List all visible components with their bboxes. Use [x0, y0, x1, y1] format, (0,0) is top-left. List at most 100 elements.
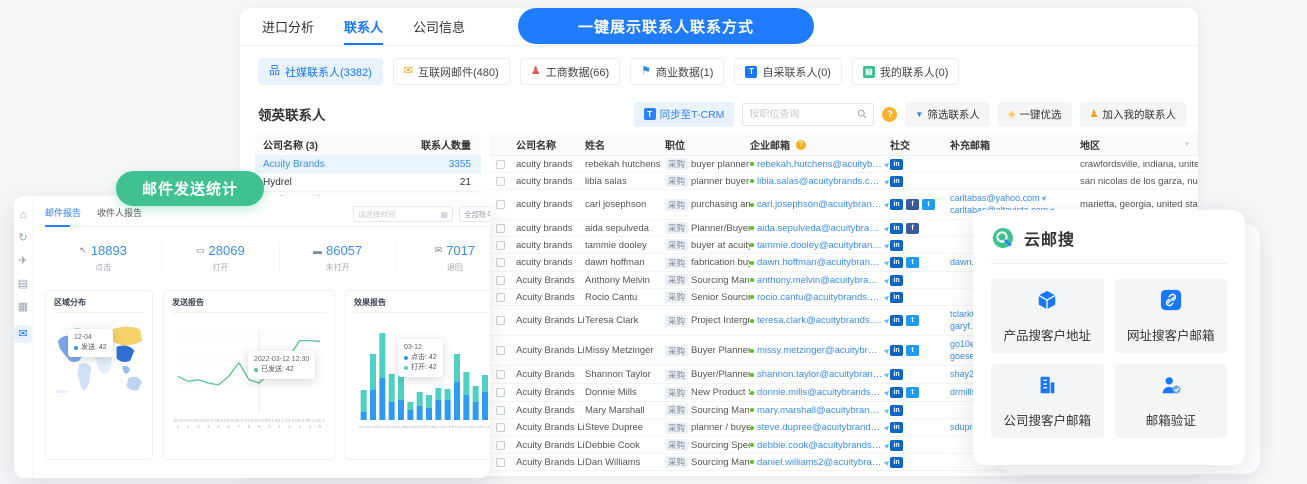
social-icon-linkedin[interactable]: in — [890, 275, 903, 286]
main-tab[interactable]: 进口分析 — [262, 8, 314, 45]
row-checkbox[interactable] — [496, 177, 505, 186]
home-icon[interactable]: ⌂ — [20, 210, 27, 221]
social-icon-linkedin[interactable]: in — [890, 315, 903, 326]
social-icon-linkedin[interactable]: in — [890, 159, 903, 170]
social-icon-twitter[interactable]: t — [906, 315, 919, 326]
send-icon[interactable]: ▶ — [884, 388, 890, 396]
email-link[interactable]: tammie.dooley@acuitybrands.com — [757, 240, 882, 251]
source-chip[interactable]: T自采联系人(0) — [734, 58, 841, 85]
social-icon-facebook[interactable]: f — [906, 199, 919, 210]
social-icon-linkedin[interactable]: in — [890, 387, 903, 398]
search-icon[interactable] — [857, 109, 867, 119]
email-link[interactable]: rebekah.hutchens@acuitybrands.com — [757, 159, 882, 170]
row-checkbox[interactable] — [496, 200, 505, 209]
social-icon-linkedin[interactable]: in — [890, 199, 903, 210]
row-checkbox[interactable] — [496, 276, 505, 285]
main-tab[interactable]: 公司信息 — [413, 8, 465, 45]
account-select[interactable]: 全部账号 ∨ — [459, 206, 490, 222]
email-stats-tab[interactable]: 邮件报告 — [45, 206, 81, 219]
email-link[interactable]: shannon.taylor@acuitybrands.com — [757, 369, 882, 380]
send-icon[interactable]: ▶ — [884, 200, 890, 208]
source-chip[interactable]: ▤我的联系人(0) — [852, 58, 959, 85]
region-cell: san nicolas de los garza, nuevo leon, m.… — [1080, 176, 1198, 187]
email-link[interactable]: debbie.cook@acuitybrands.com — [757, 440, 882, 451]
email-link[interactable]: missy.metzinger@acuitybrands.com — [757, 345, 882, 356]
row-checkbox[interactable] — [496, 458, 505, 467]
email-link[interactable]: libia.salas@acuitybrands.com — [757, 176, 882, 187]
cloud-feature-cube[interactable]: 产品搜客户地址 — [991, 279, 1104, 353]
send-icon[interactable]: ✈ — [18, 256, 27, 267]
date-range-input[interactable]: 请选择时间 ▦ — [353, 206, 453, 222]
checkbox-cell — [490, 406, 510, 415]
row-checkbox[interactable] — [496, 160, 505, 169]
row-checkbox[interactable] — [496, 224, 505, 233]
cloud-feature-building[interactable]: 公司搜客户邮箱 — [991, 364, 1104, 438]
sync-tcrm-button[interactable]: T 同步至T-CRM — [634, 102, 735, 127]
row-checkbox[interactable] — [496, 346, 505, 355]
social-icon-linkedin[interactable]: in — [890, 422, 903, 433]
social-icon-linkedin[interactable]: in — [890, 257, 903, 268]
source-chip[interactable]: ✉互联网邮件(480) — [393, 58, 510, 85]
send-icon[interactable]: ▶ — [884, 346, 890, 354]
mail-icon[interactable]: ✉ — [14, 325, 32, 343]
social-icon-linkedin[interactable]: in — [890, 369, 903, 380]
email-link[interactable]: anthony.melvin@acuitybrands.com — [757, 275, 882, 286]
one-click-optimize-button[interactable]: ◈ 一键优选 — [998, 102, 1072, 127]
source-chip[interactable]: ♟工商数据(66) — [520, 58, 620, 85]
report-icon[interactable]: ▦ — [18, 302, 28, 313]
send-icon[interactable]: ▶ — [884, 258, 890, 266]
source-chip[interactable]: ⚑商业数据(1) — [630, 58, 724, 85]
social-icon-facebook[interactable]: f — [906, 223, 919, 234]
send-icon[interactable]: ▶ — [1039, 193, 1050, 204]
email-link[interactable]: donnie.mills@acuitybrands.com — [757, 387, 882, 398]
filter-contacts-button[interactable]: ▼ 筛选联系人 — [905, 102, 989, 127]
email-link[interactable]: teresa.clark@acuitybrands.com — [757, 315, 882, 326]
search-input[interactable] — [749, 109, 853, 120]
source-chip[interactable]: 品社媒联系人(3382) — [258, 58, 383, 85]
email-stats-tab[interactable]: 收件人报告 — [97, 206, 142, 219]
add-to-my-contacts-button[interactable]: ♟ 加入我的联系人 — [1080, 102, 1186, 127]
social-icon-linkedin[interactable]: in — [890, 240, 903, 251]
cloud-feature-link[interactable]: 网址搜客户邮箱 — [1115, 279, 1228, 353]
email-link[interactable]: daniel.williams2@acuitybrands.com — [757, 457, 882, 468]
row-checkbox[interactable] — [496, 293, 505, 302]
row-checkbox[interactable] — [496, 423, 505, 432]
company-row[interactable]: Acuity Brands3355 — [255, 156, 481, 174]
social-icon-twitter[interactable]: t — [906, 345, 919, 356]
send-icon[interactable]: ▶ — [884, 370, 890, 378]
email-help-icon[interactable]: ? — [796, 140, 806, 150]
email-link[interactable]: aida.sepulveda@acuitybrands.com — [757, 223, 882, 234]
main-tab[interactable]: 联系人 — [344, 8, 383, 45]
row-checkbox[interactable] — [496, 406, 505, 415]
cloud-feature-person-check[interactable]: 邮箱验证 — [1115, 364, 1228, 438]
row-checkbox[interactable] — [496, 258, 505, 267]
email-link[interactable]: dawn.hoffman@acuitybrands.com — [757, 257, 882, 268]
social-icon-twitter[interactable]: t — [906, 257, 919, 268]
email-link[interactable]: mary.marshall@acuitybrands.com — [757, 405, 882, 416]
send-icon[interactable]: ▶ — [884, 316, 890, 324]
email-link[interactable]: steve.dupree@acuitybrands.com — [757, 422, 882, 433]
social-icon-linkedin[interactable]: in — [890, 223, 903, 234]
list-icon[interactable]: ▤ — [18, 279, 28, 290]
email-link[interactable]: carl.josephson@acuitybrands.com — [757, 199, 882, 210]
social-icon-linkedin[interactable]: in — [890, 440, 903, 451]
company-row[interactable]: Hydrel21 — [255, 174, 481, 192]
row-checkbox[interactable] — [496, 441, 505, 450]
help-icon[interactable]: ? — [882, 107, 897, 122]
social-icon-linkedin[interactable]: in — [890, 345, 903, 356]
region-filter-icon[interactable]: ▼ — [1184, 142, 1190, 148]
social-icon-twitter[interactable]: t — [922, 199, 935, 210]
email-link[interactable]: rocio.cantu@acuitybrands.com — [757, 292, 882, 303]
social-icon-linkedin[interactable]: in — [890, 405, 903, 416]
row-checkbox[interactable] — [496, 316, 505, 325]
row-checkbox[interactable] — [496, 241, 505, 250]
row-checkbox[interactable] — [496, 370, 505, 379]
send-icon[interactable]: ▶ — [884, 423, 890, 431]
extra-email-link[interactable]: carltabas@yahoo.com▶ — [950, 193, 1080, 204]
social-icon-linkedin[interactable]: in — [890, 457, 903, 468]
social-icon-twitter[interactable]: t — [906, 387, 919, 398]
social-icon-linkedin[interactable]: in — [890, 176, 903, 187]
refresh-icon[interactable]: ↻ — [18, 233, 27, 244]
row-checkbox[interactable] — [496, 388, 505, 397]
social-icon-linkedin[interactable]: in — [890, 292, 903, 303]
